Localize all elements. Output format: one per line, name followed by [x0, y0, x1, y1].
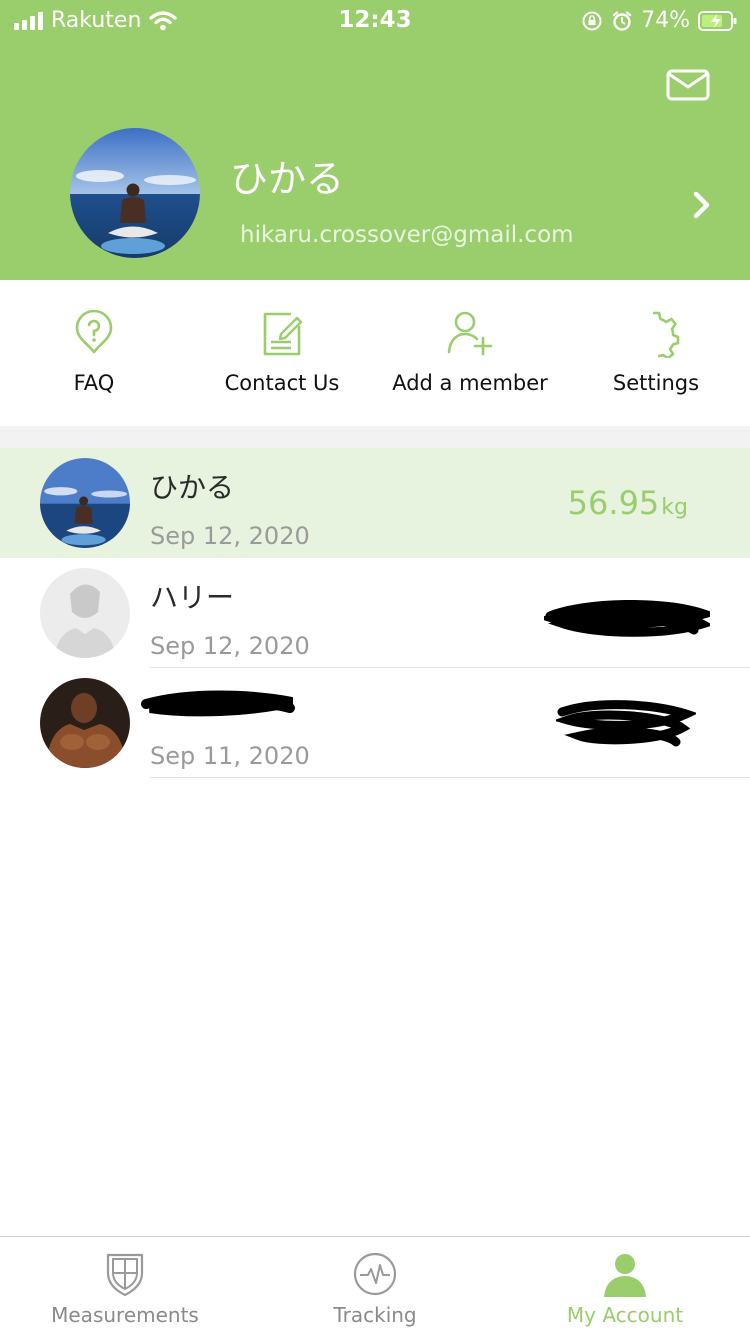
battery-charging-icon: [698, 10, 737, 31]
sea-photo-avatar-image: [70, 128, 200, 258]
redaction-scribble: [556, 700, 696, 747]
member-date: Sep 12, 2020: [150, 522, 310, 550]
member-avatar: [40, 458, 130, 548]
tab-tracking[interactable]: Tracking: [250, 1237, 500, 1334]
settings-label: Settings: [612, 371, 700, 395]
member-row-active[interactable]: ひかる Sep 12, 2020 56.95kg: [0, 448, 750, 558]
envelope-icon: [666, 69, 710, 101]
member-row[interactable]: ハリー Sep 12, 2020: [0, 558, 750, 668]
profile-email[interactable]: hikaru.crossover@gmail.com: [240, 222, 574, 248]
rotation-lock-icon: [582, 11, 602, 30]
note-edit-icon: [263, 312, 303, 356]
quick-actions: FAQ Contact Us Add a member Settings: [0, 280, 750, 426]
question-bubble-icon: [75, 309, 113, 354]
tab-my-account-label: My Account: [566, 1303, 684, 1327]
shield-icon: [106, 1253, 144, 1297]
tab-measurements-label: Measurements: [51, 1303, 199, 1327]
add-person-icon: [447, 311, 493, 356]
member-name: ハリー: [150, 581, 235, 614]
muscular-man-avatar-image: [40, 678, 130, 768]
add-member-button[interactable]: Add a member: [376, 280, 564, 426]
faq-label: FAQ: [73, 371, 115, 395]
tab-bar: Measurements Tracking My Account: [0, 1236, 750, 1334]
weight-unit: kg: [661, 495, 688, 520]
member-date: Sep 12, 2020: [150, 632, 310, 660]
settings-button[interactable]: Settings: [562, 280, 750, 426]
status-right: 74%: [581, 8, 738, 33]
profile-avatar[interactable]: [70, 128, 200, 258]
faq-button[interactable]: FAQ: [0, 280, 188, 426]
contact-us-button[interactable]: Contact Us: [188, 280, 376, 426]
heartbeat-icon: [353, 1252, 397, 1296]
tab-measurements[interactable]: Measurements: [0, 1237, 250, 1334]
status-bar: Rakuten 12:43 74%: [0, 0, 750, 40]
weight-value: 56.95: [567, 484, 660, 522]
add-member-label: Add a member: [392, 371, 548, 395]
redaction-scribble: [141, 690, 295, 717]
person-icon: [604, 1254, 646, 1297]
member-name: ひかる: [150, 471, 235, 504]
section-separator: [0, 426, 750, 448]
alarm-icon: [612, 10, 632, 31]
profile-chevron-right-icon[interactable]: [686, 186, 716, 226]
member-date: Sep 11, 2020: [150, 742, 310, 770]
member-avatar: [40, 678, 130, 768]
sea-photo-avatar-image: [40, 458, 130, 548]
battery-percent: 74%: [641, 8, 690, 33]
redaction-scribble: [544, 599, 710, 637]
default-person-avatar-image: [40, 568, 130, 658]
member-weight: 56.95kg: [568, 484, 688, 522]
member-row[interactable]: Sep 11, 2020: [0, 668, 750, 778]
tab-my-account[interactable]: My Account: [500, 1237, 750, 1334]
profile-header: Rakuten 12:43 74% ひかる hikaru.crossover@g…: [0, 0, 750, 280]
tab-tracking-label: Tracking: [333, 1303, 417, 1327]
contact-us-label: Contact Us: [224, 371, 340, 395]
gear-icon: [653, 311, 680, 358]
profile-name[interactable]: ひかる: [230, 148, 344, 203]
member-avatar: [40, 568, 130, 658]
mail-button[interactable]: [666, 68, 710, 102]
row-divider: [150, 777, 750, 778]
